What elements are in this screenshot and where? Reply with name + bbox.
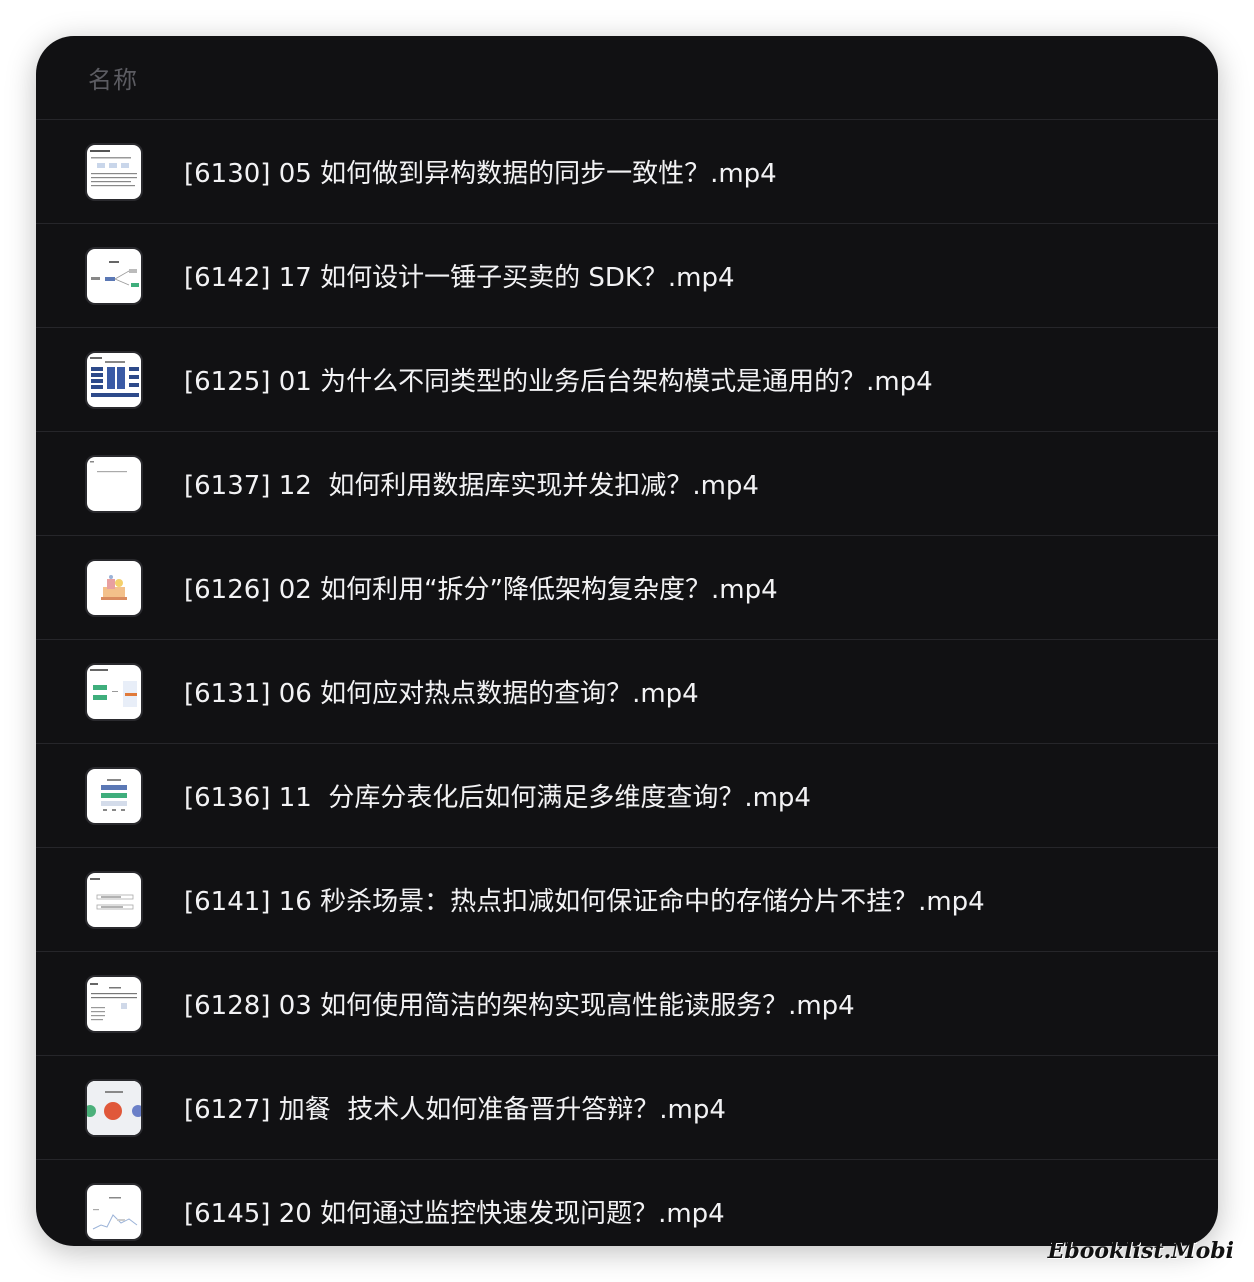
file-name: [6145] 20 如何通过监控快速发现问题？.mp4 xyxy=(184,1199,725,1229)
file-name: [6130] 05 如何做到异构数据的同步一致性？.mp4 xyxy=(184,159,777,189)
file-row[interactable]: [6125] 01 为什么不同类型的业务后台架构模式是通用的？.mp4 xyxy=(36,328,1218,432)
file-row[interactable]: [6137] 12 如何利用数据库实现并发扣减？.mp4 xyxy=(36,432,1218,536)
file-row[interactable]: [6127] 加餐 技术人如何准备晋升答辩？.mp4 xyxy=(36,1056,1218,1160)
video-thumbnail xyxy=(87,352,141,407)
file-row[interactable]: [6126] 02 如何利用“拆分”降低架构复杂度？.mp4 xyxy=(36,536,1218,640)
file-name: [6137] 12 如何利用数据库实现并发扣减？.mp4 xyxy=(184,471,759,501)
file-row[interactable]: [6130] 05 如何做到异构数据的同步一致性？.mp4 xyxy=(36,120,1218,224)
name-column-header[interactable]: 名称 xyxy=(88,60,138,95)
file-name: [6131] 06 如何应对热点数据的查询？.mp4 xyxy=(184,679,699,709)
watermark-text: Ebooklist.Mobi xyxy=(1047,1238,1234,1264)
file-name: [6136] 11 分库分表化后如何满足多维度查询？.mp4 xyxy=(184,783,811,813)
file-name: [6142] 17 如何设计一锤子买卖的 SDK？.mp4 xyxy=(184,263,735,293)
video-thumbnail xyxy=(87,1184,141,1239)
video-thumbnail xyxy=(87,664,141,719)
file-list: [6130] 05 如何做到异构数据的同步一致性？.mp4 [6142] 17 … xyxy=(36,120,1218,1246)
file-name: [6128] 03 如何使用简洁的架构实现高性能读服务？.mp4 xyxy=(184,991,855,1021)
video-thumbnail xyxy=(87,144,141,199)
video-thumbnail xyxy=(87,248,141,303)
video-thumbnail xyxy=(87,768,141,823)
file-name: [6125] 01 为什么不同类型的业务后台架构模式是通用的？.mp4 xyxy=(184,367,933,397)
file-row[interactable]: [6131] 06 如何应对热点数据的查询？.mp4 xyxy=(36,640,1218,744)
video-thumbnail xyxy=(87,872,141,927)
file-row[interactable]: [6142] 17 如何设计一锤子买卖的 SDK？.mp4 xyxy=(36,224,1218,328)
video-thumbnail xyxy=(87,560,141,615)
file-row[interactable]: [6136] 11 分库分表化后如何满足多维度查询？.mp4 xyxy=(36,744,1218,848)
video-thumbnail xyxy=(87,976,141,1031)
file-name: [6127] 加餐 技术人如何准备晋升答辩？.mp4 xyxy=(184,1095,726,1125)
file-row[interactable]: [6141] 16 秒杀场景：热点扣减如何保证命中的存储分片不挂？.mp4 xyxy=(36,848,1218,952)
video-thumbnail xyxy=(87,1080,141,1135)
file-name: [6126] 02 如何利用“拆分”降低架构复杂度？.mp4 xyxy=(184,575,778,605)
video-thumbnail xyxy=(87,456,141,511)
file-row[interactable]: [6145] 20 如何通过监控快速发现问题？.mp4 xyxy=(36,1160,1218,1246)
file-browser-window: 名称 [6130] 05 如何做到异构数据的同步一致性？.mp4 [6142] … xyxy=(36,36,1218,1246)
list-header: 名称 xyxy=(36,36,1218,120)
file-name: [6141] 16 秒杀场景：热点扣减如何保证命中的存储分片不挂？.mp4 xyxy=(184,887,985,917)
file-row[interactable]: [6128] 03 如何使用简洁的架构实现高性能读服务？.mp4 xyxy=(36,952,1218,1056)
